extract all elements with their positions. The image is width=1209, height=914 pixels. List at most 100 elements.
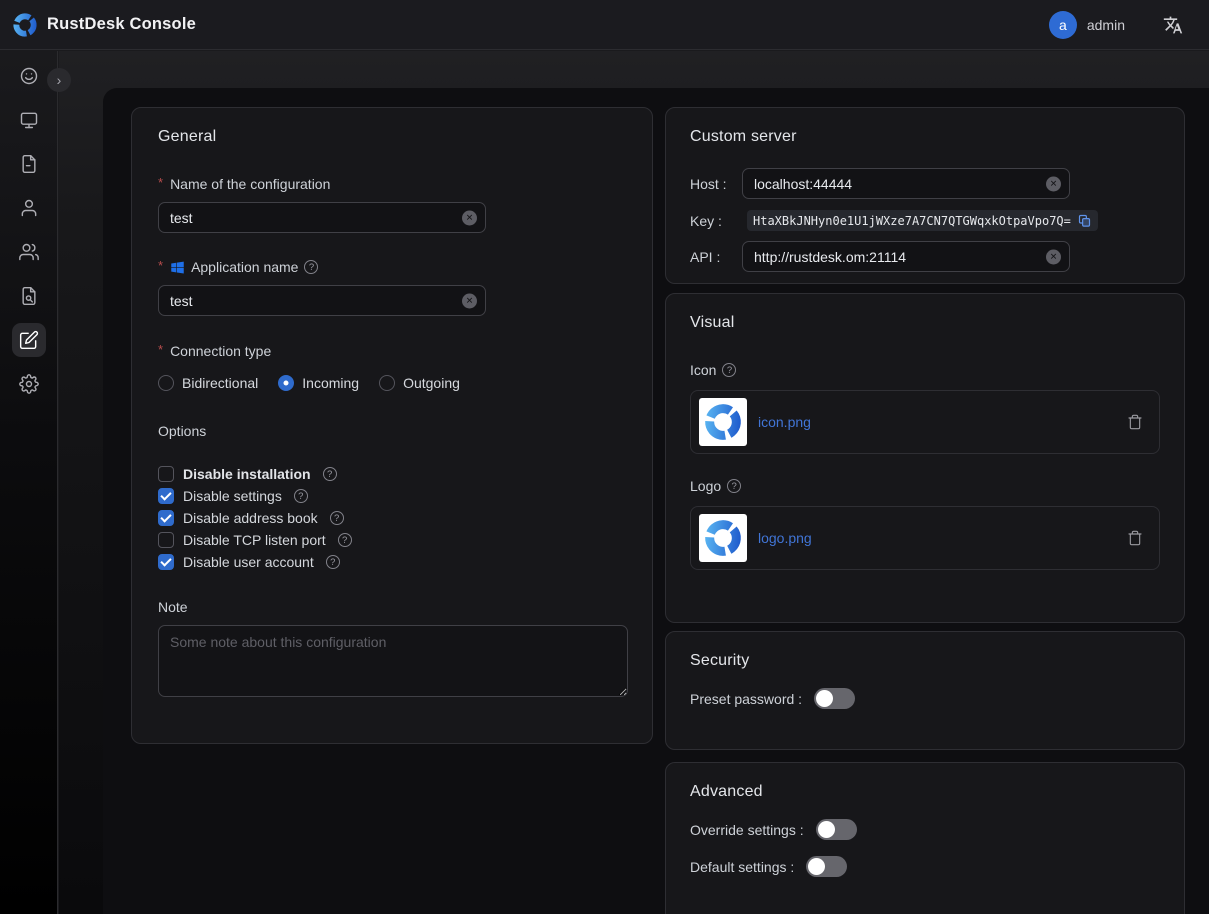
checkbox-icon: [158, 554, 174, 570]
key-row: Key : HtaXBkJNHyn0e1U1jWXze7A7CN7QTGWqxk…: [690, 210, 1160, 231]
visual-title: Visual: [690, 314, 1160, 332]
advanced-card: Advanced Override settings : Default set…: [665, 762, 1185, 914]
header: RustDesk Console a admin: [0, 0, 1209, 50]
note-label: Note: [158, 599, 626, 615]
radio-bidirectional[interactable]: Bidirectional: [158, 375, 258, 391]
options-checkbox-list: Disable installation ? Disable settings …: [158, 463, 626, 573]
sidebar-item-dashboard[interactable]: [12, 59, 46, 93]
connection-type-label: * Connection type: [158, 343, 626, 359]
trash-icon[interactable]: [1127, 414, 1143, 430]
chevron-right-icon: ›: [57, 73, 62, 87]
override-settings-toggle[interactable]: [816, 819, 857, 840]
visual-card: Visual Icon ? icon.png: [665, 293, 1185, 623]
windows-logo-icon: [170, 260, 185, 275]
checkbox-disable-installation[interactable]: Disable installation ?: [158, 463, 626, 485]
options-label: Options: [158, 423, 626, 439]
smiley-icon: [19, 66, 39, 86]
help-icon[interactable]: ?: [338, 533, 352, 547]
custom-server-card: Custom server Host : ✕ Key : HtaXBkJNHyn…: [665, 107, 1185, 284]
help-icon[interactable]: ?: [323, 467, 337, 481]
security-title: Security: [690, 652, 1160, 670]
clear-icon[interactable]: ✕: [462, 210, 477, 225]
help-icon[interactable]: ?: [294, 489, 308, 503]
clear-icon[interactable]: ✕: [462, 293, 477, 308]
host-row: Host : ✕: [690, 168, 1160, 199]
api-input[interactable]: [742, 241, 1070, 272]
host-input[interactable]: [742, 168, 1070, 199]
monitor-icon: [19, 110, 39, 130]
icon-label: Icon ?: [690, 362, 1160, 378]
sidebar-item-sessions[interactable]: [12, 147, 46, 181]
preset-password-toggle[interactable]: [814, 688, 855, 709]
sidebar-item-audit[interactable]: [12, 279, 46, 313]
help-icon[interactable]: ?: [330, 511, 344, 525]
user-icon: [19, 198, 39, 218]
default-settings-toggle[interactable]: [806, 856, 847, 877]
checkbox-icon: [158, 510, 174, 526]
override-settings-row: Override settings :: [690, 819, 1160, 840]
preset-password-label: Preset password :: [690, 691, 802, 707]
note-textarea[interactable]: [158, 625, 628, 697]
default-settings-label: Default settings :: [690, 859, 794, 875]
application-name-label: * Application name ?: [158, 259, 626, 275]
config-name-input[interactable]: [158, 202, 486, 233]
checkbox-icon: [158, 488, 174, 504]
sidebar: [0, 51, 58, 914]
checkbox-disable-user-account[interactable]: Disable user account ?: [158, 551, 626, 573]
advanced-title: Advanced: [690, 783, 1160, 801]
logo-file-box: logo.png: [690, 506, 1160, 570]
radio-incoming[interactable]: Incoming: [278, 375, 359, 391]
config-name-input-wrap: ✕: [158, 202, 486, 233]
sidebar-expand-button[interactable]: ›: [47, 68, 71, 92]
icon-file-link[interactable]: icon.png: [758, 414, 811, 430]
logo-file-link[interactable]: logo.png: [758, 530, 812, 546]
help-icon[interactable]: ?: [326, 555, 340, 569]
trash-icon[interactable]: [1127, 530, 1143, 546]
application-name-input-wrap: ✕: [158, 285, 486, 316]
radio-icon: [158, 375, 174, 391]
rustdesk-console-app: RustDesk Console a admin: [0, 0, 1209, 914]
sidebar-item-custom-client[interactable]: [12, 323, 46, 357]
checkbox-icon: [158, 532, 174, 548]
edit-icon: [19, 330, 39, 350]
icon-thumbnail: [699, 398, 747, 446]
help-icon[interactable]: ?: [722, 363, 736, 377]
override-settings-label: Override settings :: [690, 822, 804, 838]
key-label: Key :: [690, 213, 742, 229]
required-marker: *: [158, 258, 163, 273]
sidebar-item-settings[interactable]: [12, 367, 46, 401]
content-background: General * Name of the configuration ✕ *: [59, 51, 1209, 914]
server-key-value[interactable]: HtaXBkJNHyn0e1U1jWXze7A7CN7QTGWqxkOtpaVp…: [747, 210, 1098, 231]
help-icon[interactable]: ?: [304, 260, 318, 274]
api-label: API :: [690, 249, 742, 265]
copy-icon[interactable]: [1077, 213, 1092, 228]
config-name-label: * Name of the configuration: [158, 176, 626, 192]
checkbox-disable-address-book[interactable]: Disable address book ?: [158, 507, 626, 529]
app-title: RustDesk Console: [47, 15, 196, 34]
checkbox-icon: [158, 466, 174, 482]
security-card: Security Preset password :: [665, 631, 1185, 750]
help-icon[interactable]: ?: [727, 479, 741, 493]
user-name[interactable]: admin: [1087, 17, 1125, 33]
connection-type-radio-group: Bidirectional Incoming Outgoing: [158, 375, 626, 391]
application-name-input[interactable]: [158, 285, 486, 316]
checkbox-disable-settings[interactable]: Disable settings ?: [158, 485, 626, 507]
clear-icon[interactable]: ✕: [1046, 176, 1061, 191]
radio-outgoing[interactable]: Outgoing: [379, 375, 460, 391]
clear-icon[interactable]: ✕: [1046, 249, 1061, 264]
sidebar-item-groups[interactable]: [12, 235, 46, 269]
gear-icon: [19, 374, 39, 394]
checkbox-disable-tcp-listen-port[interactable]: Disable TCP listen port ?: [158, 529, 626, 551]
sidebar-item-users[interactable]: [12, 191, 46, 225]
required-marker: *: [158, 342, 163, 357]
api-row: API : ✕: [690, 241, 1160, 272]
general-card-title: General: [158, 128, 626, 146]
host-label: Host :: [690, 176, 742, 192]
avatar[interactable]: a: [1049, 11, 1077, 39]
users-icon: [19, 242, 39, 262]
required-marker: *: [158, 175, 163, 190]
file-icon: [19, 154, 39, 174]
sidebar-item-devices[interactable]: [12, 103, 46, 137]
language-icon[interactable]: [1163, 15, 1183, 35]
custom-server-title: Custom server: [690, 128, 1160, 146]
